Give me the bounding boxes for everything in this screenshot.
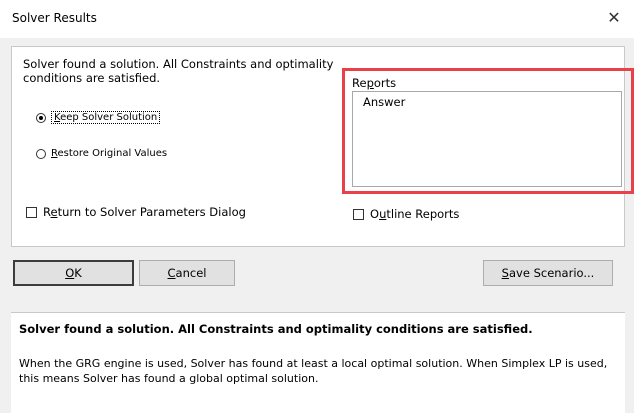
solver-message: Solver found a solution. All Constraints… (23, 57, 334, 85)
outline-reports-checkbox[interactable] (353, 208, 364, 220)
keep-solution-radio[interactable] (36, 112, 46, 123)
highlight-annotation (342, 68, 634, 194)
close-button[interactable]: ✕ (600, 4, 628, 32)
return-to-dialog-label: Return to Solver Parameters Dialog (43, 205, 246, 219)
outline-reports-option[interactable]: Outline Reports (353, 207, 459, 221)
window-title: Solver Results (12, 11, 97, 25)
save-scenario-button[interactable]: Save Scenario... (483, 260, 613, 286)
restore-values-radio[interactable] (36, 148, 46, 159)
info-panel: Solver found a solution. All Constraints… (11, 312, 625, 413)
restore-values-option[interactable]: Restore Original Values (36, 148, 167, 159)
restore-values-label: Restore Original Values (51, 148, 168, 159)
return-to-dialog-option[interactable]: Return to Solver Parameters Dialog (26, 205, 246, 219)
cancel-button[interactable]: Cancel (139, 260, 235, 286)
title-bar: Solver Results ✕ (0, 0, 634, 38)
keep-solution-option[interactable]: Keep Solver Solution (36, 111, 161, 124)
keep-solution-label: Keep Solver Solution (51, 111, 161, 124)
ok-button[interactable]: OK (13, 260, 134, 286)
info-body: When the GRG engine is used, Solver has … (19, 357, 608, 385)
outline-reports-label: Outline Reports (370, 207, 460, 221)
return-to-dialog-checkbox[interactable] (26, 206, 37, 218)
info-headline: Solver found a solution. All Constraints… (19, 322, 533, 336)
